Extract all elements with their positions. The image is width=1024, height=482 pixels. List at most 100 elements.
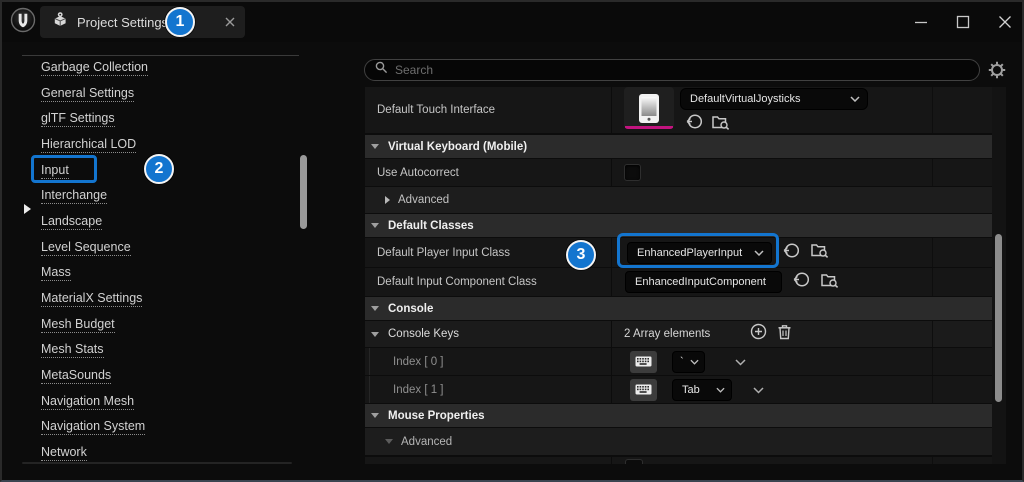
browse-to-asset-icon[interactable] xyxy=(712,114,730,135)
sidebar-item-navigation-mesh[interactable]: Navigation Mesh xyxy=(12,389,312,415)
settings-detail-panel: Default Touch Interface DefaultVirtualJo… xyxy=(365,87,992,465)
row-default-touch-interface: Default Touch Interface DefaultVirtualJo… xyxy=(365,87,992,133)
dropdown-value: DefaultVirtualJoysticks xyxy=(690,93,801,105)
advanced-expander-mouse-properties[interactable]: Advanced xyxy=(365,428,992,455)
annotation-step-3-badge: 3 xyxy=(566,240,596,270)
settings-category-sidebar: Garbage Collection General Settings glTF… xyxy=(12,42,342,472)
project-settings-window: Project Settings Garbage Collection Gene… xyxy=(0,0,1024,482)
collapse-arrow-icon xyxy=(385,439,393,444)
sidebar-bottom-divider xyxy=(22,462,292,464)
row-label: Use Autocorrect xyxy=(377,166,459,179)
key-select-dropdown[interactable]: ` xyxy=(672,350,705,373)
tab-close-icon[interactable] xyxy=(225,17,235,27)
array-elements-count: 2 Array elements xyxy=(624,328,711,340)
panel-scrollbar-thumb[interactable] xyxy=(995,234,1002,402)
delete-array-icon[interactable] xyxy=(777,324,792,345)
row-label: Default Player Input Class xyxy=(377,246,510,259)
sidebar-item-garbage-collection[interactable]: Garbage Collection xyxy=(12,55,312,81)
sidebar-item-mesh-stats[interactable]: Mesh Stats xyxy=(12,338,312,364)
row-console-key-index-0: Index [ 0 ] ` xyxy=(365,348,992,375)
sidebar-item-general-settings[interactable]: General Settings xyxy=(12,81,312,107)
keyboard-capture-button[interactable] xyxy=(630,350,657,373)
row-label: Default Input Component Class xyxy=(377,276,537,288)
window-controls xyxy=(914,2,1012,42)
advanced-label: Advanced xyxy=(401,435,453,448)
partial-checkbox xyxy=(625,459,643,464)
key-select-dropdown[interactable]: Tab xyxy=(672,378,732,401)
tab-project-settings[interactable]: Project Settings xyxy=(40,6,245,38)
expand-arrow-icon xyxy=(385,196,390,204)
chevron-down-icon xyxy=(716,387,725,393)
element-options-chevron-icon[interactable] xyxy=(735,353,746,371)
advanced-label: Advanced xyxy=(398,194,450,206)
add-array-element-icon[interactable] xyxy=(750,323,767,345)
annotation-step-1-badge: 1 xyxy=(165,7,195,37)
touch-interface-asset-thumbnail[interactable] xyxy=(624,87,674,129)
dropdown-value: Tab xyxy=(682,383,700,396)
step-number: 2 xyxy=(154,160,164,177)
sidebar-scrollbar-thumb[interactable] xyxy=(300,155,307,229)
sidebar-list: Garbage Collection General Settings glTF… xyxy=(12,55,312,466)
dropdown-value: ` xyxy=(680,355,684,368)
step-number: 3 xyxy=(576,246,586,263)
sidebar-item-navigation-system[interactable]: Navigation System xyxy=(12,415,312,441)
row-default-input-component-class: Default Input Component Class EnhancedIn… xyxy=(365,268,992,296)
row-use-autocorrect: Use Autocorrect xyxy=(365,159,992,186)
row-label: Index [ 0 ] xyxy=(393,355,444,368)
section-header-console[interactable]: Console xyxy=(365,297,992,320)
input-component-class-dropdown[interactable]: EnhancedInputComponent xyxy=(625,271,782,293)
maximize-icon[interactable] xyxy=(956,15,970,29)
close-icon[interactable] xyxy=(998,15,1012,29)
chevron-down-icon xyxy=(690,359,699,365)
row-label: Index [ 1 ] xyxy=(393,383,444,396)
sidebar-item-level-sequence[interactable]: Level Sequence xyxy=(12,235,312,261)
selected-item-arrow-icon xyxy=(24,204,31,214)
annotation-highlight-box-input xyxy=(31,155,97,183)
section-title: Console xyxy=(388,302,434,315)
dropdown-value: EnhancedInputComponent xyxy=(635,276,766,288)
use-selected-asset-icon[interactable] xyxy=(793,271,810,293)
section-header-mouse-properties[interactable]: Mouse Properties xyxy=(365,404,992,427)
advanced-expander-virtual-keyboard[interactable]: Advanced xyxy=(365,187,992,213)
row-console-key-index-1: Index [ 1 ] Tab xyxy=(365,376,992,403)
collapse-arrow-icon xyxy=(371,331,379,337)
row-console-keys: Console Keys 2 Array elements xyxy=(365,321,992,347)
sidebar-item-metasounds[interactable]: MetaSounds xyxy=(12,363,312,389)
minimize-icon[interactable] xyxy=(914,15,928,29)
annotation-step-2-badge: 2 xyxy=(144,154,174,184)
sidebar-item-landscape[interactable]: Landscape xyxy=(12,209,312,235)
search-input[interactable] xyxy=(395,63,969,77)
settings-gear-icon[interactable] xyxy=(988,61,1006,84)
use-selected-asset-icon[interactable] xyxy=(783,242,800,264)
element-options-chevron-icon[interactable] xyxy=(753,381,764,399)
tab-title: Project Settings xyxy=(77,14,169,30)
sidebar-item-materialx-settings[interactable]: MaterialX Settings xyxy=(12,286,312,312)
touch-interface-dropdown[interactable]: DefaultVirtualJoysticks xyxy=(680,88,868,110)
titlebar: Project Settings xyxy=(2,2,1022,42)
section-title: Default Classes xyxy=(388,219,474,232)
asset-color-bar xyxy=(625,126,673,129)
sidebar-item-mesh-budget[interactable]: Mesh Budget xyxy=(12,312,312,338)
sidebar-item-gltf-settings[interactable]: glTF Settings xyxy=(12,106,312,132)
step-number: 1 xyxy=(175,13,185,30)
keyboard-capture-button[interactable] xyxy=(630,378,657,401)
use-autocorrect-checkbox[interactable] xyxy=(624,164,641,181)
use-selected-asset-icon[interactable] xyxy=(686,113,703,135)
collapse-arrow-icon xyxy=(371,223,379,228)
section-title: Virtual Keyboard (Mobile) xyxy=(388,140,528,153)
row-label: Default Touch Interface xyxy=(377,104,496,116)
browse-to-asset-icon[interactable] xyxy=(811,242,829,263)
collapse-arrow-icon xyxy=(371,144,379,149)
unreal-engine-logo-icon xyxy=(10,7,36,33)
section-title: Mouse Properties xyxy=(388,409,485,422)
row-partially-visible xyxy=(365,457,992,464)
search-icon xyxy=(375,61,388,79)
row-label: Console Keys xyxy=(388,328,459,340)
browse-to-asset-icon[interactable] xyxy=(821,272,839,293)
sidebar-item-interchange[interactable]: Interchange xyxy=(12,183,312,209)
project-settings-icon xyxy=(52,11,68,33)
collapse-arrow-icon xyxy=(371,413,379,418)
section-header-virtual-keyboard[interactable]: Virtual Keyboard (Mobile) xyxy=(365,135,992,158)
sidebar-item-mass[interactable]: Mass xyxy=(12,261,312,287)
chevron-down-icon xyxy=(850,96,860,102)
